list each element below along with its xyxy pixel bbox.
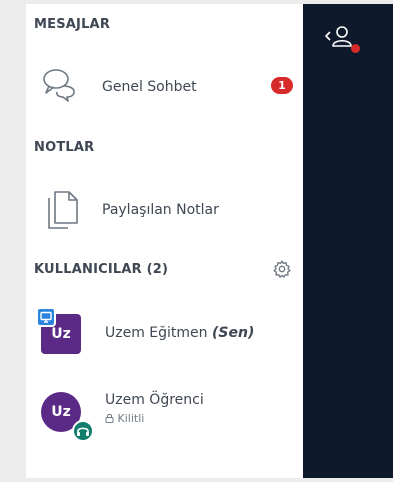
public-chat-item[interactable]: Genel Sohbet (26, 60, 303, 114)
notes-section-title: NOTLAR (34, 140, 95, 155)
chat-bubbles-icon (43, 69, 75, 102)
unread-badge: 1 (271, 77, 293, 94)
headset-icon (72, 420, 94, 442)
user-list-panel: MESAJLAR Genel Sohbet 1 NOTLAR Paylaşıla… (26, 4, 303, 478)
user-name: Uzem Eğitmen (Sen) (105, 325, 255, 341)
gear-icon[interactable] (272, 259, 292, 279)
user-list-item[interactable]: Uz Uzem Eğitmen (Sen) (26, 304, 303, 362)
shared-notes-item[interactable]: Paylaşılan Notlar (26, 184, 303, 238)
users-section-title: KULLANICILAR (2) (34, 262, 169, 277)
self-tag: (Sen) (212, 325, 255, 341)
user-list-item[interactable]: Uz Uzem Öğrenci Kilitli (26, 384, 303, 442)
documents-icon (48, 191, 78, 229)
user-status: Kilitli (105, 412, 144, 425)
notification-dot (351, 44, 360, 53)
public-chat-label: Genel Sohbet (102, 79, 197, 95)
main-content-area (303, 4, 393, 478)
messages-section-title: MESAJLAR (34, 17, 111, 32)
lock-icon (105, 413, 114, 423)
user-name: Uzem Öğrenci (105, 392, 204, 408)
presenter-icon (36, 307, 56, 327)
shared-notes-label: Paylaşılan Notlar (102, 202, 219, 218)
